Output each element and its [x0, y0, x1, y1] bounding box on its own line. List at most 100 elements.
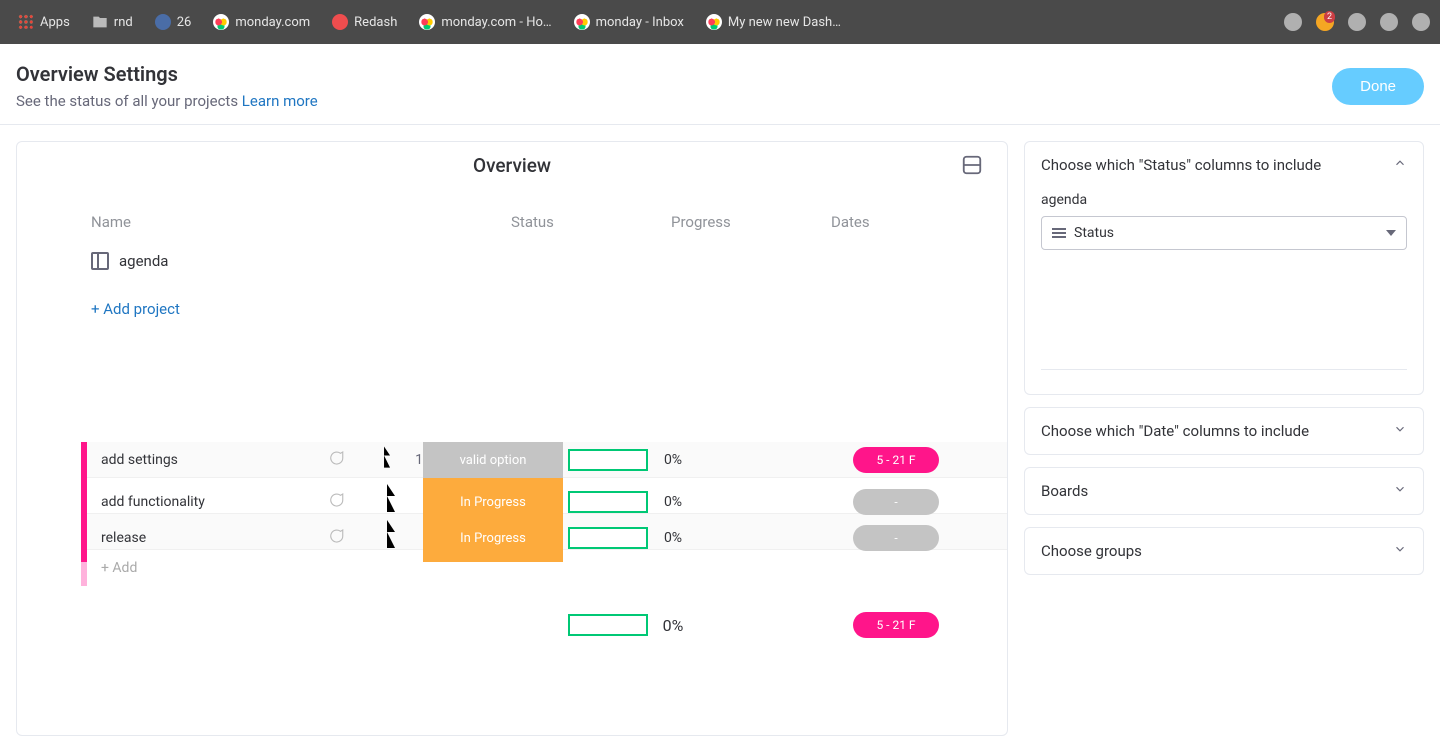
task-row[interactable]: add settings 1 valid option 0% 5 - 21 F	[81, 442, 1008, 478]
page-title: Overview Settings	[16, 62, 318, 86]
apps-icon	[18, 14, 34, 30]
content: Overview Name Status Progress Dates agen…	[0, 125, 1440, 752]
summary-row: 0% 5 - 21 F	[81, 604, 1008, 646]
bookmark-monday[interactable]: monday.com	[205, 10, 318, 34]
monday-icon	[213, 14, 229, 30]
chat-icon[interactable]	[327, 527, 375, 549]
bookmark-dash-label: My new new Dash…	[728, 15, 841, 30]
date-pill[interactable]: 5 - 21 F	[853, 447, 939, 473]
section-boards-title: Boards	[1041, 482, 1088, 500]
chat-icon[interactable]	[327, 491, 375, 513]
section-status-title: Choose which "Status" columns to include	[1041, 156, 1321, 174]
redash-icon	[332, 14, 348, 30]
ext-icon[interactable]	[1380, 13, 1398, 31]
bookmark-dash[interactable]: My new new Dash…	[698, 10, 849, 34]
column-headers: Name Status Progress Dates	[17, 185, 1007, 239]
board-agenda-row[interactable]: agenda	[17, 239, 1007, 282]
progress-box	[568, 491, 648, 513]
section-boards-header[interactable]: Boards	[1025, 468, 1423, 514]
browser-bookmark-bar: Apps rnd 26 monday.com Redash monday.com…	[0, 0, 1440, 44]
summary-date-pill: 5 - 21 F	[853, 612, 939, 638]
list-icon	[1052, 228, 1066, 238]
layout-icon[interactable]	[961, 154, 983, 176]
monday-icon	[574, 14, 590, 30]
task-name[interactable]: add settings	[87, 452, 327, 468]
page-header: Overview Settings See the status of all …	[0, 44, 1440, 125]
board-icon	[91, 252, 109, 270]
section-groups-header[interactable]: Choose groups	[1025, 528, 1423, 574]
progress-percent: 0%	[653, 494, 693, 510]
bookmark-apps-label: Apps	[40, 15, 70, 30]
ext-badge-count: 2	[1324, 11, 1335, 23]
subitems-cell[interactable]	[375, 514, 423, 562]
progress-box	[568, 449, 648, 471]
bookmark-redash-label: Redash	[354, 15, 397, 30]
monday-icon	[419, 14, 435, 30]
header-progress: Progress	[671, 213, 831, 231]
bookmark-26[interactable]: 26	[147, 10, 200, 34]
chevron-down-icon	[1393, 542, 1407, 560]
triangle-down-icon	[1386, 230, 1396, 236]
folder-icon	[92, 14, 108, 30]
header-name: Name	[91, 213, 511, 231]
section-boards: Boards	[1024, 467, 1424, 515]
bookmark-monday-inbox[interactable]: monday - Inbox	[566, 10, 692, 34]
status-column-select[interactable]: Status	[1041, 216, 1407, 250]
browser-top-right: 2	[1284, 13, 1430, 31]
section-status-header[interactable]: Choose which "Status" columns to include	[1025, 142, 1423, 188]
summary-percent: 0%	[653, 616, 693, 635]
bookmark-redash[interactable]: Redash	[324, 10, 405, 34]
status-select-value: Status	[1074, 225, 1114, 241]
ext-icon[interactable]	[1284, 13, 1302, 31]
chat-icon[interactable]	[327, 449, 375, 471]
progress-percent: 0%	[653, 530, 693, 546]
chevron-down-icon	[1393, 422, 1407, 440]
section-date-title: Choose which "Date" columns to include	[1041, 422, 1309, 440]
learn-more-link[interactable]: Learn more	[242, 92, 318, 110]
section-date-columns: Choose which "Date" columns to include	[1024, 407, 1424, 455]
header-dates: Dates	[831, 213, 991, 231]
chevron-up-icon	[1393, 156, 1407, 174]
subitems-cell[interactable]: 1	[375, 442, 423, 478]
date-pill[interactable]: -	[853, 489, 939, 515]
bookmark-monday-ho[interactable]: monday.com - Ho…	[411, 10, 559, 34]
task-name[interactable]: add functionality	[87, 494, 327, 510]
ext-icon[interactable]	[1348, 13, 1366, 31]
page-subtitle-text: See the status of all your projects	[16, 92, 242, 110]
subitems-count: 1	[415, 452, 423, 468]
section-date-header[interactable]: Choose which "Date" columns to include	[1025, 408, 1423, 454]
status-cell[interactable]: In Progress	[423, 514, 563, 562]
section-status-columns: Choose which "Status" columns to include…	[1024, 141, 1424, 395]
bookmark-monday-inbox-label: monday - Inbox	[596, 15, 684, 30]
board-rows: add settings 1 valid option 0% 5 - 21 F …	[81, 442, 1008, 646]
bookmark-monday-ho-label: monday.com - Ho…	[441, 15, 551, 30]
chevron-down-icon	[1393, 482, 1407, 500]
settings-side-panel: Choose which "Status" columns to include…	[1024, 141, 1424, 736]
bookmark-folder-rnd[interactable]: rnd	[84, 10, 141, 34]
summary-progress-box	[568, 614, 648, 636]
section-groups: Choose groups	[1024, 527, 1424, 575]
bookmark-rnd-label: rnd	[114, 15, 133, 30]
overview-title: Overview	[473, 154, 551, 177]
task-row[interactable]: add functionality In Progress 0% -	[81, 478, 1008, 514]
page-subtitle: See the status of all your projects Lear…	[16, 92, 318, 110]
task-row[interactable]: release In Progress 0% -	[81, 514, 1008, 550]
ext-icon[interactable]	[1412, 13, 1430, 31]
add-project-button[interactable]: + Add project	[17, 282, 1007, 336]
overview-panel: Overview Name Status Progress Dates agen…	[16, 141, 1008, 736]
bookmark-26-label: 26	[177, 15, 192, 30]
bookmark-apps[interactable]: Apps	[10, 10, 78, 34]
status-cell[interactable]: valid option	[423, 442, 563, 478]
monday-icon	[706, 14, 722, 30]
board-name: agenda	[119, 252, 168, 270]
progress-box	[568, 527, 648, 549]
progress-percent: 0%	[653, 452, 693, 468]
globe-icon	[155, 14, 171, 30]
task-name[interactable]: release	[87, 530, 327, 546]
status-board-label: agenda	[1041, 192, 1407, 208]
bookmark-monday-label: monday.com	[235, 15, 310, 30]
section-groups-title: Choose groups	[1041, 542, 1142, 560]
date-pill[interactable]: -	[853, 525, 939, 551]
done-button[interactable]: Done	[1332, 68, 1424, 105]
ext-badge-icon[interactable]: 2	[1316, 13, 1334, 31]
